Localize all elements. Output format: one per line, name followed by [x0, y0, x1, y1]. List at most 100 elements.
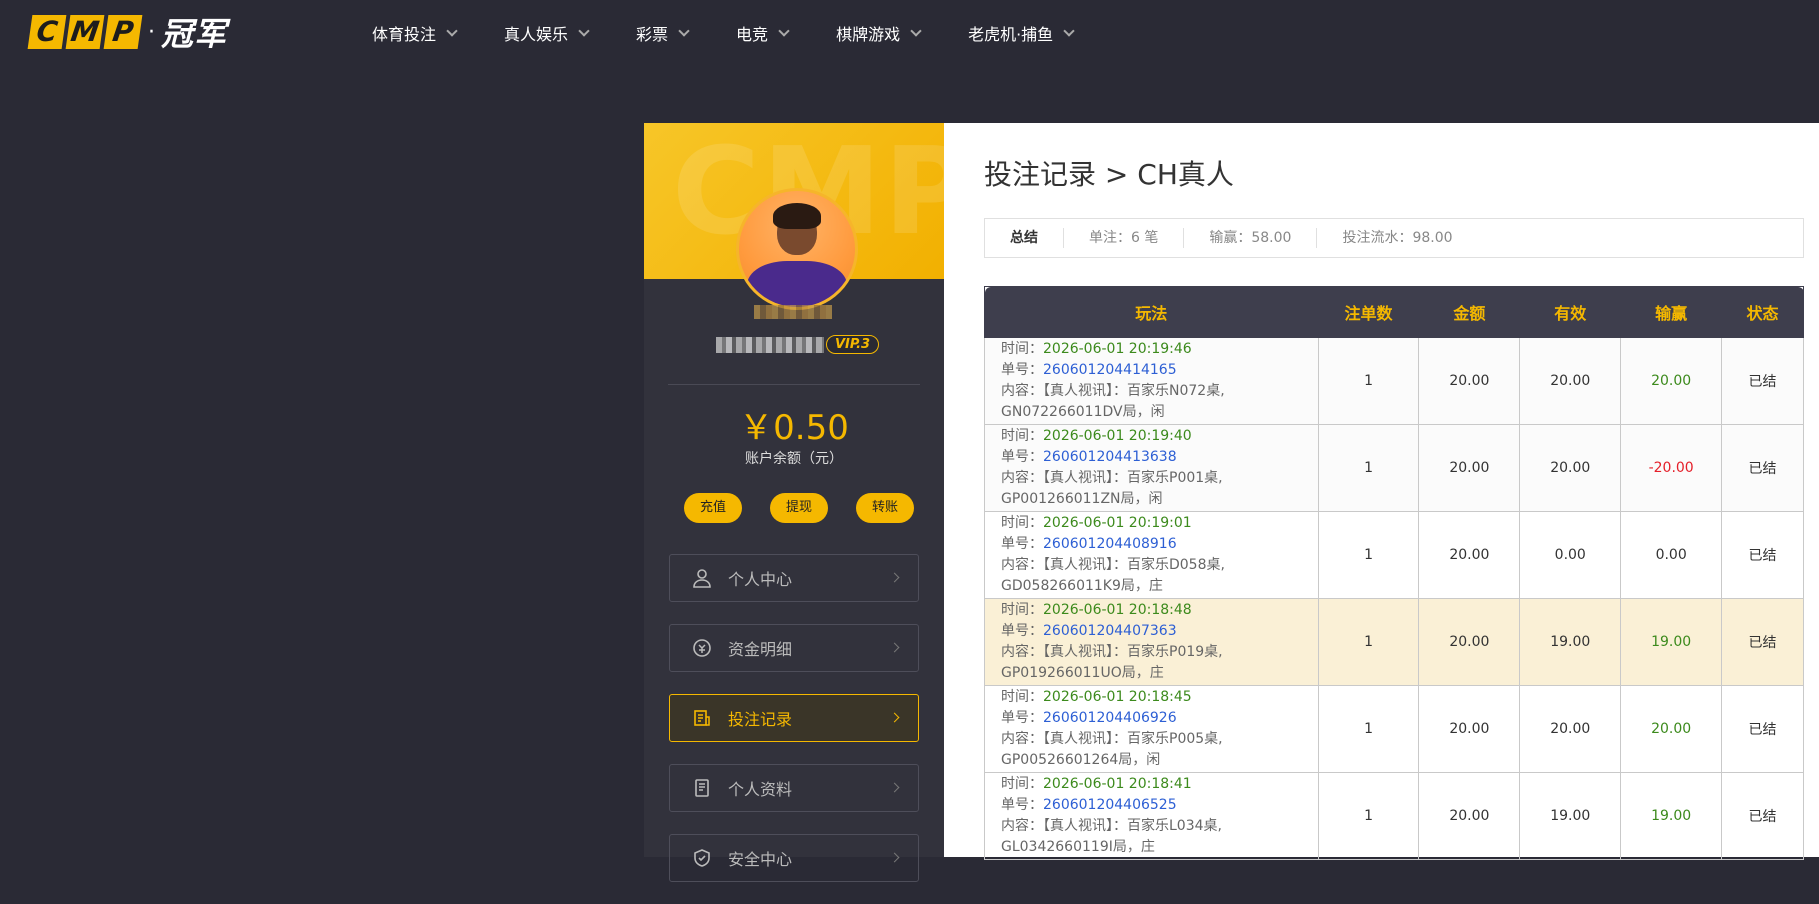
nav-item-card-games[interactable]: 棋牌游戏 — [836, 21, 922, 45]
nav-label: 电竞 — [736, 25, 769, 44]
table-row: 时间：2026-06-01 20:19:40 单号：260601204413638… — [984, 424, 1804, 512]
amount-cell: 20.00 — [1418, 511, 1521, 599]
content-line-2: GP019266011UO局，庄 — [1001, 665, 1164, 681]
user-icon — [692, 568, 712, 588]
deposit-button[interactable]: 充值 — [684, 493, 742, 523]
order-number-link[interactable]: 260601204408916 — [1043, 536, 1177, 552]
sidebar-item-profile[interactable]: 个人资料 — [669, 764, 919, 812]
table-row: 时间：2026-06-01 20:19:46 单号：260601204414165… — [984, 337, 1804, 425]
nav-item-sports[interactable]: 体育投注 — [372, 21, 458, 45]
content-line-2: GL0342660119I局，庄 — [1001, 839, 1155, 855]
chevron-right-icon — [889, 782, 900, 793]
order-label: 单号： — [1001, 536, 1043, 552]
time-line: 时间：2026-06-01 20:18:45 — [1001, 687, 1317, 708]
username-row: VIP.3 — [716, 335, 880, 354]
column-header: 有效 — [1519, 286, 1622, 338]
avatar[interactable] — [736, 188, 858, 310]
bet-summary: 总结 单注：6 笔 输赢：58.00 投注流水：98.00 — [984, 218, 1804, 258]
table-row: 时间：2026-06-01 20:19:01 单号：260601204408916… — [984, 511, 1804, 599]
funds-icon — [692, 638, 712, 658]
order-label: 单号： — [1001, 449, 1043, 465]
status-cell: 已结 — [1721, 424, 1804, 512]
logo-letters: C M P — [27, 15, 144, 49]
order-number-link[interactable]: 260601204406525 — [1043, 797, 1177, 813]
order-line: 单号：260601204414165 — [1001, 360, 1317, 381]
content-label: 内容： — [1001, 557, 1043, 573]
nav-item-lottery[interactable]: 彩票 — [636, 21, 690, 45]
nav-item-slots-fishing[interactable]: 老虎机·捕鱼 — [968, 21, 1075, 45]
order-number-link[interactable]: 260601204407363 — [1043, 623, 1177, 639]
order-line: 单号：260601204413638 — [1001, 447, 1317, 468]
play-cell: 时间：2026-06-01 20:18:45 单号：260601204406926… — [984, 685, 1319, 773]
status-cell: 已结 — [1721, 511, 1804, 599]
time-line: 时间：2026-06-01 20:18:41 — [1001, 774, 1317, 795]
play-cell: 时间：2026-06-01 20:19:40 单号：260601204413638… — [984, 424, 1319, 512]
content-label: 内容： — [1001, 470, 1043, 486]
content-line: 内容：【真人视讯】：百家乐P001桌, — [1001, 468, 1317, 489]
summary-winloss: 输赢：58.00 — [1184, 228, 1318, 248]
order-line: 单号：260601204407363 — [1001, 621, 1317, 642]
order-number-link[interactable]: 260601204406926 — [1043, 710, 1177, 726]
content-line: 内容：【真人视讯】：百家乐P005桌, — [1001, 729, 1317, 750]
amount-cell: 20.00 — [1418, 685, 1521, 773]
play-cell: 时间：2026-06-01 20:18:48 单号：260601204407363… — [984, 598, 1319, 686]
content-text: 【真人视讯】：百家乐P019桌, — [1043, 644, 1223, 660]
nav-label: 真人娱乐 — [504, 25, 569, 44]
chevron-right-icon — [889, 712, 900, 723]
site-logo[interactable]: C M P · 冠军 — [27, 14, 227, 53]
valid-cell: 0.00 — [1519, 511, 1622, 599]
logo-letter: M — [65, 15, 105, 49]
nav-label: 老虎机·捕鱼 — [968, 25, 1054, 44]
sidebar-item-bet-records[interactable]: 投注记录 — [669, 694, 919, 742]
column-header: 金额 — [1418, 286, 1521, 338]
table-row: 时间：2026-06-01 20:18:45 单号：260601204406926… — [984, 685, 1804, 773]
order-number-link[interactable]: 260601204413638 — [1043, 449, 1177, 465]
pixelated-decoration — [754, 305, 832, 319]
sidebar-item-label: 个人中心 — [728, 570, 793, 589]
content-line-2: GP00526601264局，闲 — [1001, 752, 1161, 768]
content-line-2: GN072266011DV局，闲 — [1001, 404, 1165, 420]
main-nav: 体育投注 真人娱乐 彩票 电竞 棋牌游戏 老虎机·捕鱼 — [372, 0, 1121, 66]
column-header: 状态 — [1721, 286, 1804, 338]
sidebar-item-personal-center[interactable]: 个人中心 — [669, 554, 919, 602]
content-line-2: GP001266011ZN局，闲 — [1001, 491, 1163, 507]
nav-item-live-casino[interactable]: 真人娱乐 — [504, 21, 590, 45]
content-label: 内容： — [1001, 818, 1043, 834]
chevron-down-icon — [446, 25, 458, 37]
content-text: 【真人视讯】：百家乐N072桌, — [1043, 383, 1225, 399]
summary-turnover: 投注流水：98.00 — [1342, 230, 1453, 246]
account-sidebar: CMP VIP.3 ￥0.50 账户余额（元） 充值 提现 转账 个人中心 资金… — [644, 123, 944, 882]
bet-record-icon — [692, 708, 712, 728]
logo-text: 冠军 — [161, 15, 228, 53]
order-label: 单号： — [1001, 362, 1043, 378]
sidebar-item-security[interactable]: 安全中心 — [669, 834, 919, 882]
transfer-button[interactable]: 转账 — [856, 493, 914, 523]
bet-count-cell: 1 — [1317, 598, 1420, 686]
withdraw-button[interactable]: 提现 — [770, 493, 828, 523]
bet-count-cell: 1 — [1317, 772, 1420, 860]
profile-icon — [692, 778, 712, 798]
shield-icon — [692, 848, 712, 868]
content-line: 内容：【真人视讯】：百家乐N072桌, — [1001, 381, 1317, 402]
nav-item-esports[interactable]: 电竞 — [736, 21, 790, 45]
bet-count-cell: 1 — [1317, 424, 1420, 512]
time-line: 时间：2026-06-01 20:18:48 — [1001, 600, 1317, 621]
main-content: 投注记录 > CH真人 总结 单注：6 笔 输赢：58.00 投注流水：98.0… — [944, 123, 1819, 860]
column-header: 注单数 — [1317, 286, 1420, 338]
content-label: 内容： — [1001, 731, 1043, 747]
content-line: 内容：【真人视讯】：百家乐L034桌, — [1001, 816, 1317, 837]
sidebar-item-label: 安全中心 — [728, 850, 793, 869]
play-cell: 时间：2026-06-01 20:19:01 单号：260601204408916… — [984, 511, 1319, 599]
page-title: 投注记录 > CH真人 — [984, 158, 1234, 191]
balance-label: 账户余额（元） — [745, 451, 843, 467]
order-label: 单号： — [1001, 797, 1043, 813]
sidebar-item-funds-detail[interactable]: 资金明细 — [669, 624, 919, 672]
balance-amount: ￥0.50 — [739, 408, 849, 448]
content-text: 【真人视讯】：百家乐P005桌, — [1043, 731, 1223, 747]
order-number-link[interactable]: 260601204414165 — [1043, 362, 1177, 378]
winloss-cell: -20.00 — [1620, 424, 1723, 512]
time-line: 时间：2026-06-01 20:19:01 — [1001, 513, 1317, 534]
bet-count-cell: 1 — [1317, 685, 1420, 773]
table-row: 时间：2026-06-01 20:18:48 单号：260601204407363… — [984, 598, 1804, 686]
bet-time: 2026-06-01 20:19:46 — [1043, 341, 1192, 357]
